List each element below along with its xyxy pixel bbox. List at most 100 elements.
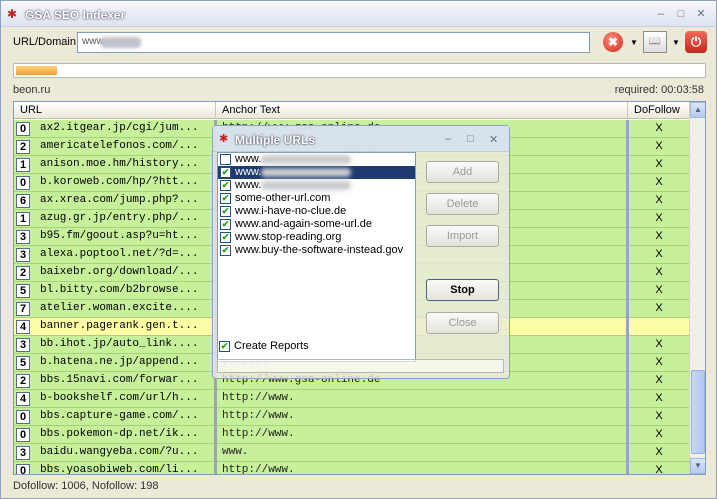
row-anchor-text: http://www.: [222, 392, 295, 404]
table-row[interactable]: 4 b-bookshelf.com/url/h... http://www. X: [14, 390, 690, 408]
table-row[interactable]: 3 baidu.wangyeba.com/?u... www. X: [14, 444, 690, 462]
url-list-item[interactable]: ✔ www.: [218, 179, 415, 192]
column-dofollow[interactable]: DoFollow: [628, 102, 690, 119]
row-count-badge: 3: [16, 248, 30, 262]
url-list-item[interactable]: ✔ www.and-again-some-url.de: [218, 218, 415, 231]
scroll-thumb[interactable]: [691, 370, 705, 454]
row-url: bbs.pokemon-dp.net/ik...: [40, 428, 199, 440]
maximize-icon[interactable]: □: [673, 7, 689, 21]
column-anchor-text[interactable]: Anchor Text: [216, 102, 628, 119]
row-dofollow: X: [655, 446, 663, 458]
status-bar: Dofollow: 1006, Nofollow: 198: [13, 480, 159, 492]
checkbox-icon[interactable]: ✔: [220, 206, 231, 217]
checkbox-icon[interactable]: ✔: [220, 167, 231, 178]
row-url: azug.gr.jp/entry.php/...: [40, 212, 199, 224]
close-icon[interactable]: ✕: [693, 7, 709, 21]
vertical-scrollbar[interactable]: ▲ ▼: [689, 102, 705, 474]
url-list-item-text: www.and-again-some-url.de: [235, 218, 372, 230]
row-dofollow: X: [655, 302, 663, 314]
dialog-close-button[interactable]: Close: [426, 312, 499, 334]
row-url: b-bookshelf.com/url/h...: [40, 392, 199, 404]
url-list-item[interactable]: ✔ www.stop-reading.org: [218, 231, 415, 244]
dialog-stop-button[interactable]: Stop: [426, 279, 499, 301]
row-count-badge: 0: [16, 122, 30, 136]
required-time: required: 00:03:58: [614, 84, 704, 96]
dialog-progress-bar: [217, 359, 504, 373]
checkbox-icon[interactable]: ✔: [220, 180, 231, 191]
table-row[interactable]: 0 bbs.pokemon-dp.net/ik... http://www. X: [14, 426, 690, 444]
url-list-item[interactable]: ✔ some-other-url.com: [218, 192, 415, 205]
dialog-title-bar: ✱ Multiple URLs ‒ □ ✕: [213, 126, 509, 152]
row-dofollow: X: [655, 248, 663, 260]
row-url: americatelefonos.com/...: [40, 140, 199, 152]
url-redaction: [101, 37, 141, 48]
dialog-logo-icon: ✱: [219, 133, 229, 145]
create-reports-checkbox[interactable]: ✔ Create Reports: [219, 340, 309, 352]
row-count-badge: 0: [16, 464, 30, 474]
import-button[interactable]: Import: [426, 225, 499, 247]
row-dofollow: X: [655, 140, 663, 152]
url-list-item[interactable]: www.: [218, 153, 415, 166]
row-count-badge: 2: [16, 374, 30, 388]
url-list-item[interactable]: ✔ www.buy-the-software-instead.gov: [218, 244, 415, 257]
dialog-close-icon[interactable]: ✕: [489, 133, 498, 146]
column-url[interactable]: URL: [14, 102, 216, 119]
url-input[interactable]: www.: [77, 32, 590, 53]
row-count-badge: 7: [16, 302, 30, 316]
row-anchor-text: http://www.: [222, 428, 295, 440]
url-list-item-text: www.stop-reading.org: [235, 231, 342, 243]
table-row[interactable]: 0 bbs.yoasobiweb.com/li... http://www. X: [14, 462, 690, 475]
stop-dropdown-icon[interactable]: ▼: [630, 38, 638, 47]
row-count-badge: 3: [16, 230, 30, 244]
delete-button[interactable]: Delete: [426, 193, 499, 215]
power-icon[interactable]: ⏻: [685, 31, 707, 53]
row-url: bbs.yoasobiweb.com/li...: [40, 464, 199, 475]
row-count-badge: 5: [16, 284, 30, 298]
row-dofollow: X: [655, 176, 663, 188]
row-dofollow: X: [655, 158, 663, 170]
checkbox-icon[interactable]: ✔: [220, 232, 231, 243]
help-dropdown-icon[interactable]: ▼: [672, 38, 680, 47]
url-list-item-text: www.i-have-no-clue.de: [235, 205, 347, 217]
main-window: ✱ GSA SEO Indexer ‒ □ ✕ URL/Domain www. …: [0, 0, 717, 499]
row-url: banner.pagerank.gen.t...: [40, 320, 199, 332]
url-list[interactable]: www. ✔ www. ✔ www. ✔ some-other-url.com ✔ www.i-…: [217, 152, 416, 362]
dialog-minimize-icon[interactable]: ‒: [445, 133, 451, 145]
app-logo-icon: ✱: [7, 7, 18, 21]
row-dofollow: X: [655, 212, 663, 224]
row-count-badge: 2: [16, 140, 30, 154]
scroll-up-icon[interactable]: ▲: [690, 102, 705, 118]
row-count-badge: 1: [16, 212, 30, 226]
checkbox-icon[interactable]: ✔: [220, 219, 231, 230]
url-list-item-text: www.: [235, 166, 262, 178]
row-dofollow: X: [655, 410, 663, 422]
create-reports-label: Create Reports: [234, 340, 309, 352]
row-anchor-text: www.: [222, 446, 249, 458]
scroll-down-icon[interactable]: ▼: [690, 458, 705, 474]
row-dofollow: X: [655, 338, 663, 350]
dialog-title: Multiple URLs: [235, 133, 315, 147]
url-list-item-text: www.: [235, 179, 262, 191]
row-count-badge: 0: [16, 428, 30, 442]
dialog-maximize-icon[interactable]: □: [467, 133, 474, 145]
progress-bar: [13, 63, 706, 78]
stop-button[interactable]: ✖: [603, 32, 623, 52]
add-button[interactable]: Add: [426, 161, 499, 183]
checkbox-icon[interactable]: ✔: [220, 193, 231, 204]
url-list-item[interactable]: ✔ www.: [218, 166, 415, 179]
table-row[interactable]: 0 bbs.capture-game.com/... http://www. X: [14, 408, 690, 426]
redaction-blur: [261, 180, 352, 190]
url-list-item-text: www.buy-the-software-instead.gov: [235, 244, 404, 256]
row-url: ax.xrea.com/jump.php?...: [40, 194, 199, 206]
checkbox-icon[interactable]: ✔: [220, 245, 231, 256]
minimize-icon[interactable]: ‒: [653, 7, 669, 21]
url-list-item[interactable]: ✔ www.i-have-no-clue.de: [218, 205, 415, 218]
row-anchor-text: http://www.: [222, 464, 295, 475]
row-url: b95.fm/goout.asp?u=ht...: [40, 230, 199, 242]
progress-fill: [16, 66, 58, 75]
help-book-icon[interactable]: 📖: [643, 31, 667, 53]
row-url: baidu.wangyeba.com/?u...: [40, 446, 199, 458]
checkbox-icon[interactable]: [220, 154, 231, 165]
row-dofollow: X: [655, 284, 663, 296]
checkbox-icon[interactable]: ✔: [219, 341, 230, 352]
